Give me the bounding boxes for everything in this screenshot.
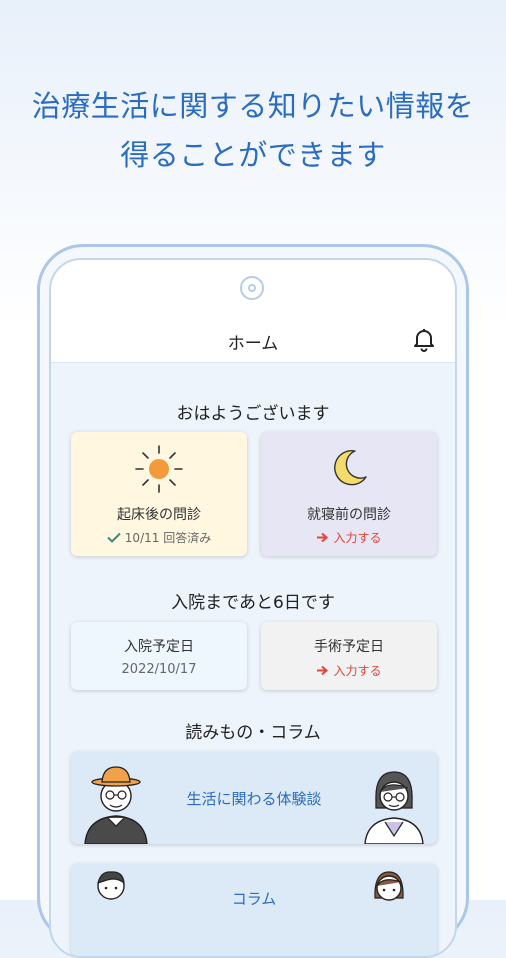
surgery-date-label: 手術予定日: [314, 639, 384, 655]
moon-icon: [334, 449, 367, 486]
camera-icon: [240, 276, 264, 300]
column-banner[interactable]: コラム: [71, 864, 437, 956]
woman-illustration: [374, 871, 404, 901]
morning-status-text: 10/11 回答済み: [124, 531, 212, 545]
arrow-right-icon: [317, 532, 329, 543]
phone-screen: ホーム おはようございます 起床後の問診 10/11 回答済み 就寝前の問診 入…: [49, 258, 457, 958]
check-icon: [107, 532, 121, 543]
night-questionnaire-label: 就寝前の問診: [307, 507, 391, 523]
experience-stories-banner[interactable]: 生活に関わる体験談: [71, 752, 437, 844]
admission-date-value: 2022/10/17: [121, 662, 197, 677]
greeting-text: おはようございます: [176, 404, 330, 424]
promo-headline-line1: 治療生活に関する知りたい情報を: [31, 89, 475, 123]
night-status: 入力する: [261, 529, 437, 546]
surgery-date-status: 入力する: [261, 662, 437, 679]
reading-section-title: 読みもの・コラム: [185, 723, 321, 743]
surgery-date-status-text: 入力する: [333, 664, 382, 678]
countdown-text: 入院まであと6日です: [171, 593, 335, 613]
sun-icon: [135, 445, 183, 493]
night-questionnaire-card[interactable]: 就寝前の問診 入力する: [261, 432, 437, 556]
admission-date-card[interactable]: 入院予定日 2022/10/17: [71, 622, 247, 690]
arrow-right-icon: [317, 665, 329, 676]
bell-icon[interactable]: [411, 326, 437, 352]
app-header: ホーム: [51, 316, 455, 363]
admission-date-label: 入院予定日: [124, 639, 194, 655]
promo-headline-line2: 得ることができます: [120, 138, 386, 172]
surgery-date-card[interactable]: 手術予定日 入力する: [261, 622, 437, 690]
morning-questionnaire-label: 起床後の問診: [117, 507, 201, 523]
morning-status: 10/11 回答済み: [71, 529, 247, 546]
woman-with-glasses-illustration: [364, 771, 424, 844]
morning-questionnaire-card[interactable]: 起床後の問診 10/11 回答済み: [71, 432, 247, 556]
night-status-text: 入力する: [333, 531, 382, 545]
page-title: ホーム: [227, 334, 279, 354]
